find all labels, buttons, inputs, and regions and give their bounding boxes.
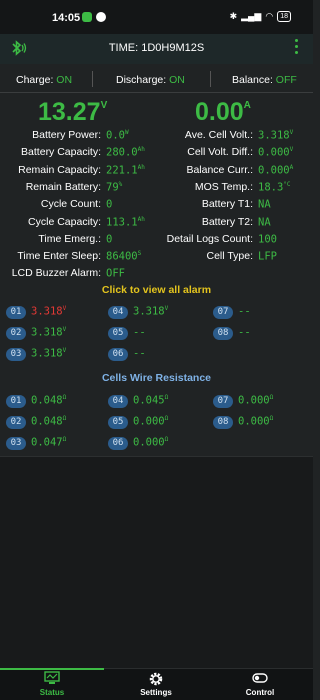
charge-status: Charge: ON [16,74,73,86]
wire-resistance-value: 0.048Ω [31,415,67,428]
right-label: Cell Volt. Diff.: [187,146,253,159]
right-label: Balance Curr.: [186,163,253,176]
nav-status-label: Status [39,688,65,697]
wire-resistance-value: 0.000Ω [133,436,169,449]
wifi-icon: ◠ [265,11,274,21]
system-status-bar: 14:05 ✱ ▂▄▆ ◠ 18 [0,0,313,34]
monitor-icon [44,671,60,684]
right-row: Cell Volt. Diff.: 0.000V [0,146,313,162]
right-value: LFP [258,250,277,263]
cell-voltage-value: -- [133,347,146,360]
bluetooth-status-icon: ✱ [229,11,238,21]
right-label: Ave. Cell Volt.: [184,129,253,141]
bottom-navigation: Status Settings Control [0,668,313,700]
switch-status-row: Charge: ON Discharge: ON Balance: OFF [0,71,313,89]
right-label: Cell Type: [206,250,254,263]
right-value: 3.318V [258,129,294,142]
left-row: LCD Buzzer Alarm: OFF [0,267,313,283]
right-label: Battery T1: [201,198,253,211]
right-label: MOS Temp.: [194,180,253,193]
total-current: 0.00A [195,98,251,126]
wire-resistance-number-badge: 01 [6,395,26,408]
wire-resistance-number-badge: 03 [6,437,26,450]
wire-resistance-number-badge: 08 [213,416,233,429]
nav-settings-label: Settings [140,688,172,697]
right-label: Detail Logs Count: [166,232,253,245]
wire-resistance-number-badge: 05 [108,416,128,429]
discharge-status: Discharge: ON [116,74,185,86]
right-value: NA [258,216,271,228]
wire-resistance-number-badge: 07 [213,395,233,408]
cell-voltage-value: 3.318V [31,326,67,339]
cell-voltage-number-badge: 03 [6,348,26,361]
cell-voltage-number-badge: 07 [213,306,233,319]
cell-voltage-number-badge: 06 [108,348,128,361]
app-header: TIME: 1D0H9M12S [0,34,313,64]
cell-voltage-value: -- [133,326,146,339]
cell-voltage-number-badge: 05 [108,327,128,340]
divider [92,71,93,87]
wire-resistance-number-badge: 02 [6,416,26,429]
wire-resistance-number-badge: 06 [108,437,128,450]
cell-voltage-number-badge: 01 [6,306,26,319]
battery-level-icon: 18 [277,11,291,22]
cell-voltage-value: 3.318V [31,305,67,318]
divider [210,71,211,87]
right-row: Battery T2: NA [0,216,313,232]
right-row: Battery T1: NA [0,198,313,214]
wire-resistance-value: 0.000Ω [133,415,169,428]
nav-active-indicator [0,668,104,670]
runtime-display: TIME: 1D0H9M12S [108,42,205,54]
gear-icon [149,672,163,686]
app-notification-icon [82,12,92,22]
empty-area [0,457,313,668]
toggle-icon [252,673,268,683]
nav-settings[interactable]: Settings [104,669,208,700]
wire-resistance-value: 0.045Ω [133,394,169,407]
left-value: OFF [106,267,125,280]
nav-control[interactable]: Control [208,669,312,700]
nav-control-label: Control [245,688,275,697]
cell-voltage-number-badge: 08 [213,327,233,340]
signal-icon: ▂▄▆ [241,11,262,21]
left-label: LCD Buzzer Alarm: [11,267,101,280]
view-all-alarm-link[interactable]: Click to view all alarm [0,284,313,296]
right-row: Detail Logs Count: 100 [0,233,313,249]
wire-resistance-number-badge: 04 [108,395,128,408]
cells-wire-resistance-title: Cells Wire Resistance [101,372,212,384]
right-value: NA [258,198,271,211]
nav-status[interactable]: Status [0,669,104,700]
cell-voltage-value: 3.318V [133,305,169,318]
messenger-notification-icon [96,12,106,22]
cell-voltage-value: 3.318V [31,347,67,360]
cell-voltage-value: -- [238,326,251,339]
right-row: Ave. Cell Volt.: 3.318V [0,129,313,145]
balance-status: Balance: OFF [232,74,297,86]
wire-resistance-value: 0.000Ω [238,415,274,428]
right-row: Balance Curr.: 0.000A [0,164,313,180]
cell-voltage-number-badge: 04 [108,306,128,319]
wire-resistance-value: 0.048Ω [31,394,67,407]
right-row: Cell Type: LFP [0,250,313,266]
cell-voltage-number-badge: 02 [6,327,26,340]
cell-voltage-value: -- [238,305,251,318]
right-value: 18.3°C [258,180,291,194]
right-value: 0.000A [258,163,294,177]
right-value: 100 [258,233,277,246]
right-value: 0.000V [258,146,294,159]
total-voltage: 13.27V [38,98,108,126]
status-indicators: ✱ ▂▄▆ ◠ 18 [230,11,291,22]
wire-resistance-value: 0.047Ω [31,436,67,449]
wire-resistance-value: 0.000Ω [238,394,274,407]
status-clock: 14:05 [52,12,81,24]
divider [0,92,313,93]
more-vert-icon[interactable] [295,39,298,57]
right-label: Battery T2: [201,215,253,228]
right-row: MOS Temp.: 18.3°C [0,181,313,197]
